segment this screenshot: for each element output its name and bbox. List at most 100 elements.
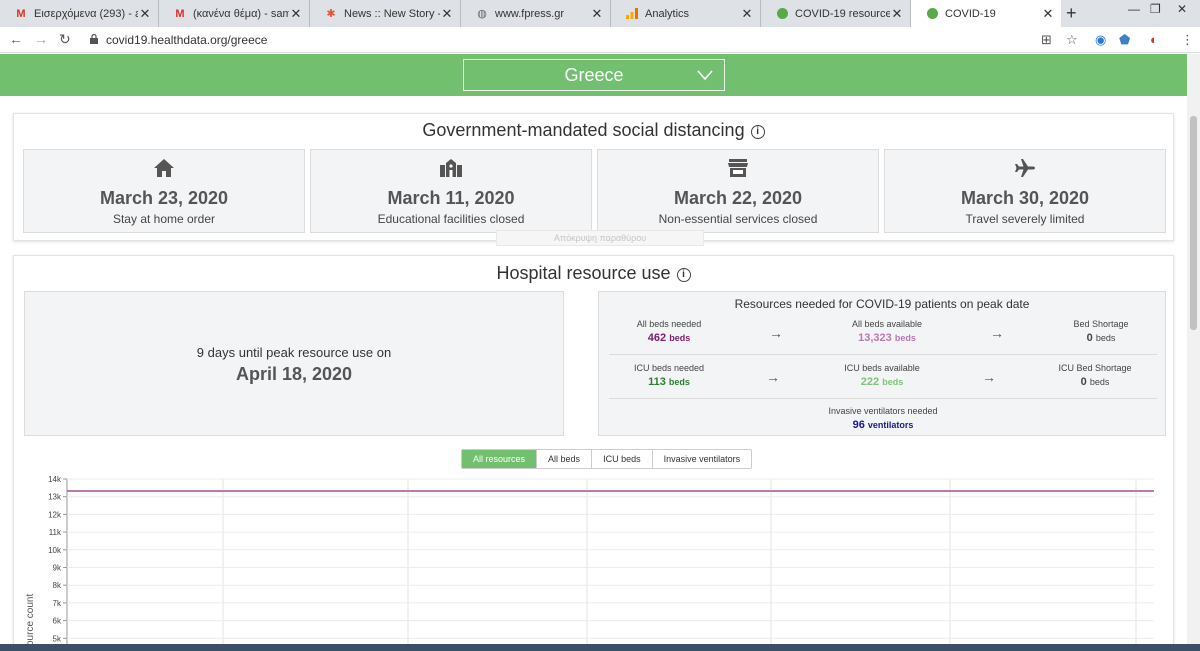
joomla-icon: ✱ [326, 8, 336, 20]
unit-label: beds [1095, 333, 1116, 343]
measure-date: March 22, 2020 [673, 188, 803, 208]
close-icon[interactable]: ✕ [590, 6, 604, 22]
unit-label: ventilators [867, 420, 914, 430]
os-taskbar [0, 644, 1200, 651]
all-beds-needed: All beds needed 462 beds [604, 319, 734, 344]
gmail-icon: M [16, 7, 26, 20]
bed-shortage-label: Bed Shortage [1073, 319, 1129, 329]
icu-beds-needed-value: 113 [648, 376, 666, 388]
close-icon[interactable]: ✕ [289, 6, 303, 22]
browser-tab[interactable]: ◍ www.fpress.gr ✕ [461, 0, 611, 27]
translate-icon[interactable]: ⊞ [1041, 32, 1052, 48]
filter-all-beds[interactable]: All beds [536, 450, 592, 468]
unit-label: beds [1089, 377, 1110, 387]
store-icon [598, 158, 878, 178]
icu-beds-needed-label: ICU beds needed [633, 363, 705, 373]
filter-icu-beds[interactable]: ICU beds [591, 450, 652, 468]
measure-date: March 23, 2020 [99, 188, 229, 208]
y-tick-label: 5k [53, 634, 62, 643]
forward-button[interactable]: → [34, 31, 48, 47]
minimize-button[interactable]: — [1128, 2, 1140, 16]
measure-schools-closed: March 11, 2020 Educational facilities cl… [310, 149, 592, 233]
globe-icon: ◍ [477, 8, 487, 20]
analytics-icon [625, 8, 639, 20]
arrow-right-icon: → [769, 325, 783, 341]
ihme-icon [925, 8, 939, 20]
menu-icon[interactable]: ⋮ [1181, 32, 1194, 48]
y-tick-label: 8k [53, 581, 62, 590]
resources-needed-panel: Resources needed for COVID-19 patients o… [598, 291, 1166, 436]
social-distancing-title: Government-mandated social distancing i [14, 120, 1173, 141]
hospital-title: Hospital resource use i [14, 263, 1173, 284]
browser-tab[interactable]: Analytics ✕ [611, 0, 761, 27]
arrow-right-icon: → [766, 369, 780, 385]
icu-bed-shortage-value: 0 [1080, 376, 1087, 388]
icu-beds-available-value: 222 [860, 376, 880, 388]
url-field[interactable]: covid19.healthdata.org/greece [106, 33, 267, 47]
airplane-icon [885, 158, 1165, 178]
browser-toolbar: ← → ↻ covid19.healthdata.org/greece ⊞ ☆ … [0, 27, 1200, 53]
school-icon [311, 158, 591, 178]
peak-date: April 18, 2020 [235, 364, 353, 384]
bookmark-star-icon[interactable]: ☆ [1066, 32, 1078, 48]
extension-icon[interactable]: ◉ [1095, 32, 1106, 48]
icu-bed-shortage: ICU Bed Shortage 0 beds [1030, 363, 1160, 388]
close-icon[interactable]: ✕ [890, 6, 904, 22]
browser-tab-active[interactable]: COVID-19 ✕ [911, 0, 1061, 27]
home-icon [24, 158, 304, 178]
filter-invasive-ventilators[interactable]: Invasive ventilators [651, 450, 752, 468]
measure-label: Non-essential services closed [658, 212, 818, 226]
tab-title: COVID-19 [945, 7, 996, 20]
restore-button[interactable]: ❐ [1150, 2, 1161, 16]
browser-tab-strip: M Εισερχόμενα (293) - anni ✕ M (κανένα θ… [0, 0, 1200, 27]
close-window-button[interactable]: ✕ [1177, 2, 1187, 16]
shield-extension-icon[interactable]: ⬟ [1119, 32, 1130, 48]
browser-tab[interactable]: M Εισερχόμενα (293) - anni ✕ [0, 0, 159, 27]
icu-beds-available: ICU beds available 222 beds [817, 363, 947, 388]
y-tick-label: 13k [48, 493, 62, 502]
unit-label: beds [668, 377, 690, 387]
arrow-right-icon: → [990, 325, 1004, 341]
ventilators-label: Invasive ventilators needed [828, 406, 938, 416]
browser-tab[interactable]: COVID-19 resources | Inst ✕ [761, 0, 911, 27]
unit-label: beds [882, 377, 904, 387]
social-distancing-title-text: Government-mandated social distancing [422, 120, 745, 140]
scrollbar-thumb[interactable] [1190, 116, 1197, 330]
back-button[interactable]: ← [9, 31, 23, 47]
measure-date: March 30, 2020 [960, 188, 1090, 208]
all-beds-needed-label: All beds needed [636, 319, 702, 329]
filter-all-resources[interactable]: All resources [462, 450, 537, 468]
browser-tab[interactable]: ✱ News :: New Story - Fpres ✕ [310, 0, 461, 27]
browser-tab[interactable]: M (κανένα θέμα) - samoilis1 ✕ [159, 0, 310, 27]
new-tab-button[interactable]: + [1066, 3, 1077, 24]
arrow-right-icon: → [982, 369, 996, 385]
resource-filter-toggle: All resources All beds ICU beds Invasive… [461, 449, 753, 469]
all-beds-available-value: 13,323 [858, 332, 892, 344]
measure-services-closed: March 22, 2020 Non-essential services cl… [597, 149, 879, 233]
country-select-value: Greece [564, 64, 624, 85]
page-scrollbar[interactable] [1187, 54, 1200, 644]
country-select[interactable]: Greece [463, 59, 725, 91]
info-icon[interactable]: i [750, 125, 765, 139]
all-beds-needed-value: 462 [647, 332, 667, 344]
resources-title: Resources needed for COVID-19 patients o… [734, 297, 1030, 311]
y-tick-label: 12k [48, 510, 62, 519]
close-icon[interactable]: ✕ [1041, 6, 1055, 22]
reload-button[interactable]: ↻ [59, 31, 71, 48]
profile-avatar-icon[interactable]: ◐ [1150, 32, 1158, 47]
ventilators-value: 96 [852, 419, 865, 431]
y-tick-label: 9k [53, 564, 62, 573]
icu-bed-shortage-label: ICU Bed Shortage [1058, 363, 1132, 373]
all-beds-available-label: All beds available [851, 319, 923, 329]
close-icon[interactable]: ✕ [440, 6, 454, 22]
unit-label: beds [894, 333, 916, 343]
close-icon[interactable]: ✕ [740, 6, 754, 22]
close-icon[interactable]: ✕ [138, 6, 152, 22]
y-tick-label: 11k [49, 528, 62, 537]
gmail-icon: M [175, 7, 185, 20]
location-header: Greece [0, 54, 1187, 96]
peak-countdown-text: 9 days until peak resource use on [196, 345, 392, 360]
divider [609, 354, 1157, 355]
info-icon[interactable]: i [676, 268, 691, 282]
tab-title: COVID-19 resources | Inst [795, 7, 890, 20]
